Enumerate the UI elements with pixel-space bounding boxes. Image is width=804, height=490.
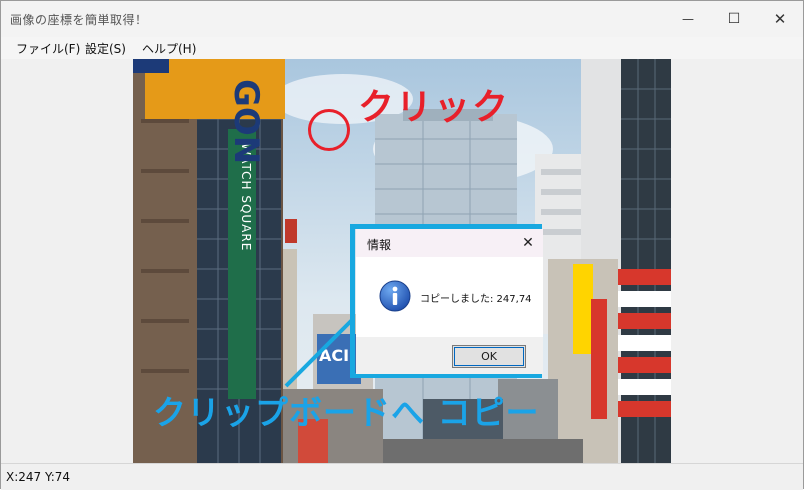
- info-icon: [379, 280, 411, 312]
- coordinate-readout: X:247 Y:74: [6, 470, 71, 484]
- ok-button[interactable]: OK: [452, 345, 526, 368]
- status-bar: X:247 Y:74: [1, 463, 803, 490]
- dialog-title: 情報: [367, 238, 392, 252]
- info-dialog: 情報 ✕ コピーしました: 247,74 OK: [356, 229, 543, 374]
- dialog-body: コピーしました: 247,74: [356, 257, 543, 337]
- dialog-message: コピーしました: 247,74: [420, 294, 532, 305]
- clipboard-annotation-label: クリップボードへ コピー: [153, 393, 540, 432]
- close-icon: ✕: [522, 235, 534, 251]
- dialog-close-button[interactable]: ✕: [517, 232, 539, 254]
- dialog-title-bar[interactable]: 情報 ✕: [356, 229, 543, 257]
- app-window: 画像の座標を簡単取得！ — ☐ ✕ ファイル(F) 設定(S) ヘルプ(H) W…: [0, 0, 804, 490]
- dialog-footer: OK: [356, 337, 543, 374]
